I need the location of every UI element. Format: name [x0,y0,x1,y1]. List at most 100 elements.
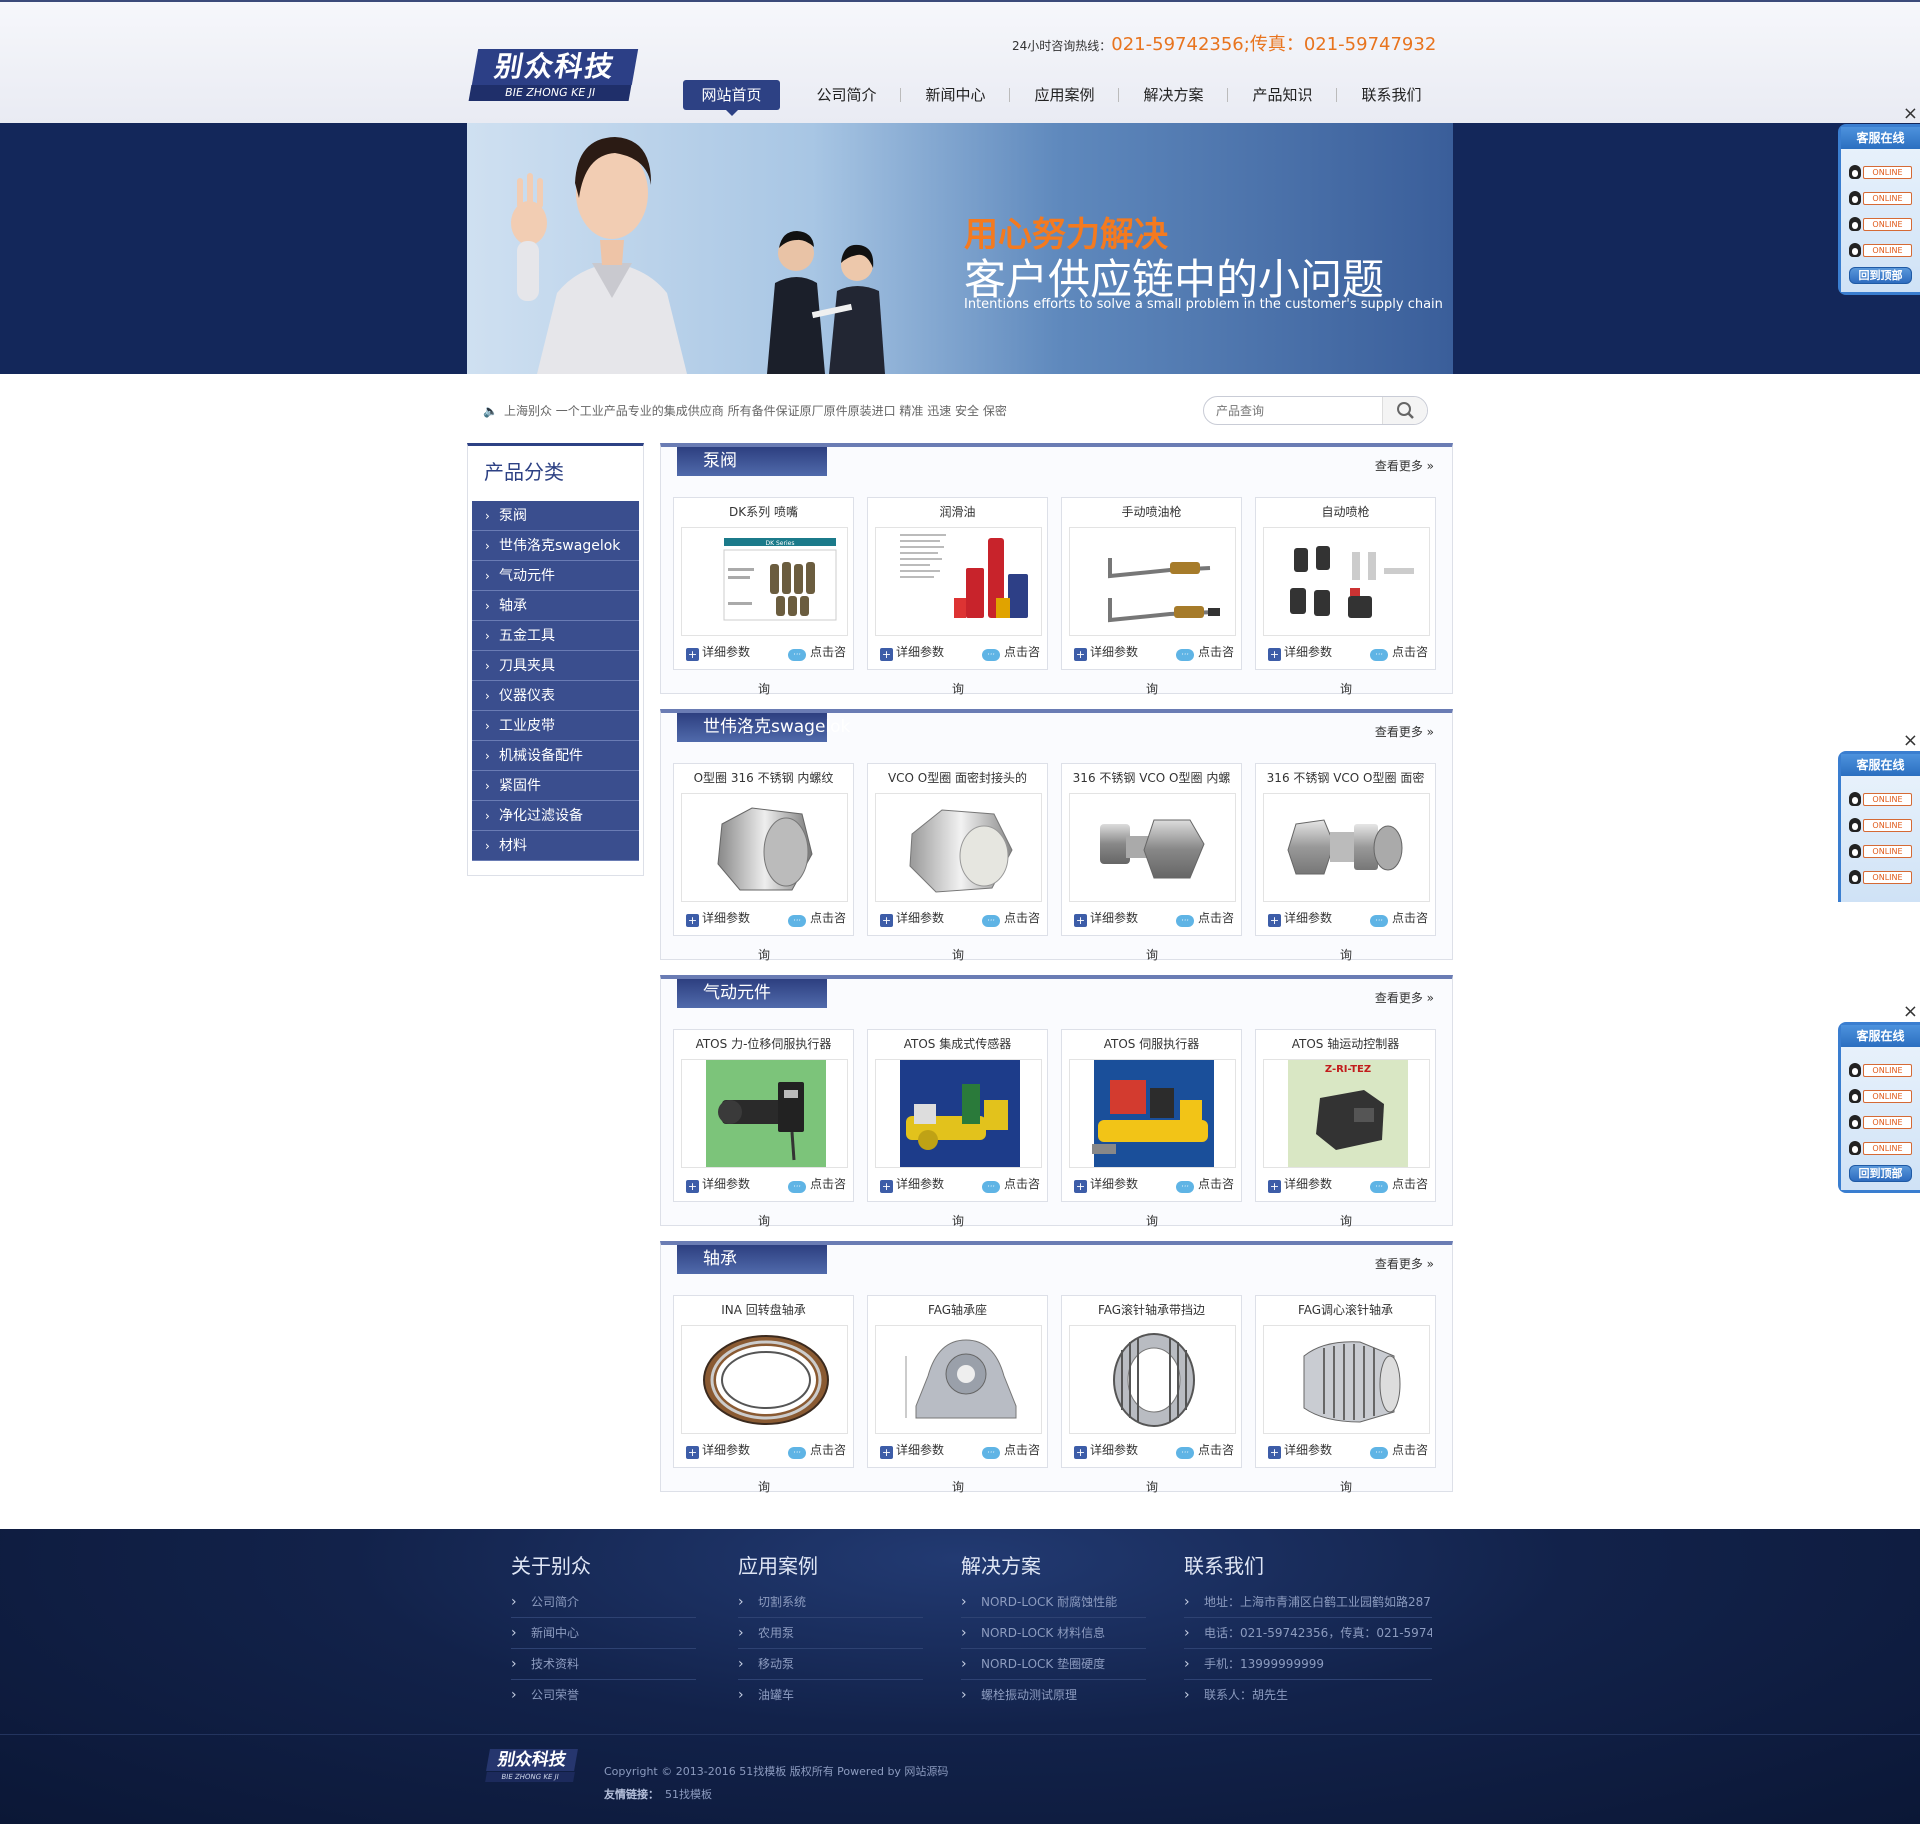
view-more-link[interactable]: 查看更多 » [1375,457,1434,474]
product-card[interactable]: 316 不锈钢 VCO O型圈 面密 + 详细参数 ··· 点击咨 询 [1255,763,1436,962]
category-item[interactable]: › 材料 [472,831,639,861]
qq-online-button[interactable]: ONLINE [1849,189,1912,207]
product-image[interactable] [1069,1325,1236,1434]
footer-link[interactable]: NORD-LOCK 垫圈硬度 [961,1649,1146,1680]
qq-online-button[interactable]: ONLINE [1849,790,1912,808]
product-card[interactable]: ATOS 伺服执行器 + 详细参数 ··· 点击咨 询 [1061,1029,1242,1228]
nav-cases[interactable]: 应用案例 [1010,80,1119,110]
qq-online-button[interactable]: ONLINE [1849,163,1912,181]
footer-link[interactable]: 螺栓振动测试原理 [961,1680,1146,1711]
detail-link[interactable]: + 详细参数 [1074,1441,1138,1459]
product-card[interactable]: FAG轴承座 + 详细参数 ··· 点击咨 询 [867,1295,1048,1494]
qq-online-button[interactable]: ONLINE [1849,1087,1912,1105]
product-image[interactable] [875,1059,1042,1168]
nav-home[interactable]: 网站首页 [683,80,780,116]
search-button[interactable] [1382,397,1427,424]
inquire-link[interactable]: ··· 点击咨 [787,909,846,927]
product-card[interactable]: VCO O型圈 面密封接头的 + 详细参数 ··· 点击咨 询 [867,763,1048,962]
footer-link[interactable]: 新闻中心 [511,1618,696,1649]
qq-online-button[interactable]: ONLINE [1849,1113,1912,1131]
product-card[interactable]: INA 回转盘轴承 + 详细参数 ··· 点击咨 询 [673,1295,854,1494]
view-more-link[interactable]: 查看更多 » [1375,723,1434,740]
detail-link[interactable]: + 详细参数 [1268,643,1332,661]
category-item[interactable]: › 刀具夹具 [472,651,639,681]
product-card[interactable]: ATOS 轴运动控制器 Z-RI-TEZ + 详细参数 ··· 点击咨 询 [1255,1029,1436,1228]
inquire-link[interactable]: ··· 点击咨 [787,1175,846,1193]
detail-link[interactable]: + 详细参数 [1268,1175,1332,1193]
search-input[interactable] [1216,401,1376,421]
qq-online-button[interactable]: ONLINE [1849,215,1912,233]
qq-online-button[interactable]: ONLINE [1849,868,1912,886]
category-item[interactable]: › 泵阀 [472,501,639,531]
product-image[interactable] [681,1059,848,1168]
footer-link[interactable]: 公司荣誉 [511,1680,696,1711]
inquire-link[interactable]: ··· 点击咨 [981,1441,1040,1459]
product-card[interactable]: O型圈 316 不锈钢 内螺纹 + 详细参数 ··· 点击咨 询 [673,763,854,962]
nav-about[interactable]: 公司简介 [792,80,901,110]
product-image[interactable] [875,527,1042,636]
product-card[interactable]: DK系列 喷嘴 DK Series + 详细参数 ··· 点击咨 询 [673,497,854,696]
view-more-link[interactable]: 查看更多 » [1375,1255,1434,1272]
footer-link[interactable]: NORD-LOCK 材料信息 [961,1618,1146,1649]
inquire-link[interactable]: ··· 点击咨 [981,909,1040,927]
back-to-top-button[interactable]: 回到顶部 [1849,1165,1912,1182]
footer-link[interactable]: 农用泵 [738,1618,923,1649]
product-image[interactable] [1069,793,1236,902]
qq-online-button[interactable]: ONLINE [1849,816,1912,834]
nav-solutions[interactable]: 解决方案 [1119,80,1228,110]
category-item[interactable]: › 世伟洛克swagelok [472,531,639,561]
detail-link[interactable]: + 详细参数 [686,909,750,927]
detail-link[interactable]: + 详细参数 [880,909,944,927]
category-item[interactable]: › 气动元件 [472,561,639,591]
nav-news[interactable]: 新闻中心 [901,80,1010,110]
qq-online-button[interactable]: ONLINE [1849,1139,1912,1157]
footer-link[interactable]: NORD-LOCK 耐腐蚀性能 [961,1587,1146,1618]
friend-link[interactable]: 51找模板 [665,1788,712,1801]
category-item[interactable]: › 工业皮带 [472,711,639,741]
product-card[interactable]: ATOS 力-位移伺服执行器 + 详细参数 ··· 点击咨 询 [673,1029,854,1228]
product-image[interactable] [875,1325,1042,1434]
product-image[interactable] [1069,1059,1236,1168]
detail-link[interactable]: + 详细参数 [686,1175,750,1193]
detail-link[interactable]: + 详细参数 [1074,643,1138,661]
nav-contact[interactable]: 联系我们 [1337,80,1446,110]
product-card[interactable]: 自动喷枪 + 详细参数 ··· 点击咨 询 [1255,497,1436,696]
inquire-link[interactable]: ··· 点击咨 [1175,1175,1234,1193]
product-image[interactable] [681,1325,848,1434]
detail-link[interactable]: + 详细参数 [686,1441,750,1459]
footer-link[interactable]: 移动泵 [738,1649,923,1680]
product-card[interactable]: FAG调心滚针轴承 + 详细参数 ··· 点击咨 询 [1255,1295,1436,1494]
inquire-link[interactable]: ··· 点击咨 [1175,643,1234,661]
inquire-link[interactable]: ··· 点击咨 [787,643,846,661]
qq-online-button[interactable]: ONLINE [1849,241,1912,259]
product-image[interactable]: DK Series [681,527,848,636]
detail-link[interactable]: + 详细参数 [880,1441,944,1459]
footer-link[interactable]: 技术资料 [511,1649,696,1680]
detail-link[interactable]: + 详细参数 [686,643,750,661]
close-icon[interactable]: × [1903,105,1918,123]
category-item[interactable]: › 紧固件 [472,771,639,801]
footer-link[interactable]: 油罐车 [738,1680,923,1711]
category-item[interactable]: › 净化过滤设备 [472,801,639,831]
product-image[interactable] [1263,793,1430,902]
detail-link[interactable]: + 详细参数 [1268,1441,1332,1459]
nav-knowledge[interactable]: 产品知识 [1228,80,1337,110]
inquire-link[interactable]: ··· 点击咨 [981,643,1040,661]
product-card[interactable]: 润滑油 + 详细参数 ··· 点击咨 询 [867,497,1048,696]
inquire-link[interactable]: ··· 点击咨 [1175,1441,1234,1459]
product-card[interactable]: 手动喷油枪 + 详细参数 ··· 点击咨 询 [1061,497,1242,696]
product-card[interactable]: ATOS 集成式传感器 + 详细参数 ··· 点击咨 询 [867,1029,1048,1228]
category-item[interactable]: › 轴承 [472,591,639,621]
product-card[interactable]: FAG滚针轴承带挡边 + 详细参数 ··· 点击咨 询 [1061,1295,1242,1494]
inquire-link[interactable]: ··· 点击咨 [1369,643,1428,661]
detail-link[interactable]: + 详细参数 [1074,1175,1138,1193]
footer-link[interactable]: 切割系统 [738,1587,923,1618]
footer-link[interactable]: 公司简介 [511,1587,696,1618]
inquire-link[interactable]: ··· 点击咨 [1369,1441,1428,1459]
close-icon[interactable]: × [1903,732,1918,750]
product-image[interactable] [1263,1325,1430,1434]
inquire-link[interactable]: ··· 点击咨 [1175,909,1234,927]
product-card[interactable]: 316 不锈钢 VCO O型圈 内螺 + 详细参数 ··· 点击咨 询 [1061,763,1242,962]
detail-link[interactable]: + 详细参数 [880,643,944,661]
qq-online-button[interactable]: ONLINE [1849,842,1912,860]
